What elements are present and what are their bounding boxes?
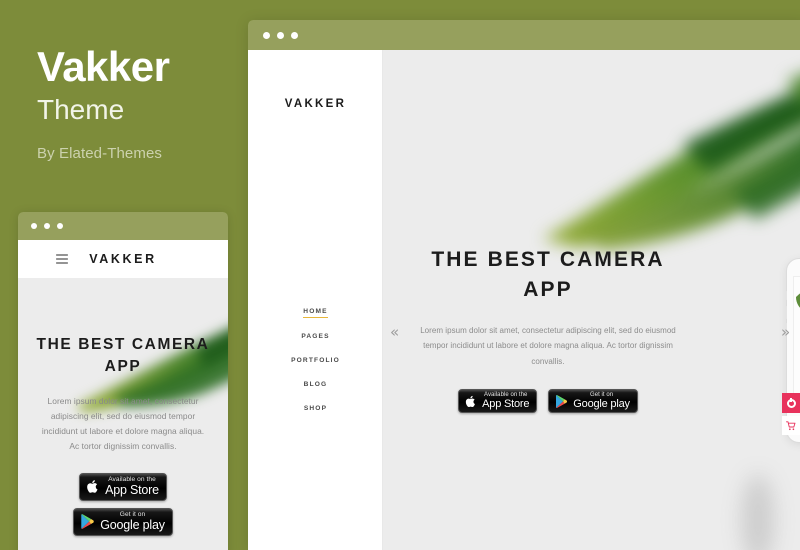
window-minimize-dot[interactable] [277, 31, 284, 39]
phone-screen [793, 276, 800, 412]
desktop-browser-titlebar [248, 20, 800, 50]
elated-logo-icon [786, 397, 796, 408]
nav-item-shop[interactable]: SHOP [248, 405, 383, 414]
theme-author: By Elated-Themes [37, 144, 162, 162]
mobile-window-maximize-dot[interactable] [57, 223, 63, 229]
window-controls[interactable] [263, 31, 298, 39]
mobile-window-close-dot[interactable] [31, 223, 37, 229]
shopping-cart-icon [786, 420, 796, 430]
cart-button[interactable] [782, 416, 800, 435]
theme-name: Vakker [37, 43, 170, 90]
mobile-site-header: VAKKER [18, 240, 228, 278]
title-block: Vakker Theme By Elated-Themes [37, 43, 237, 162]
mobile-app-badges: Available on the App Store Get it on Goo… [18, 472, 228, 536]
mobile-hero-paragraph: Lorem ipsum dolor sit amet, consectetur … [41, 396, 205, 451]
mobile-google-play-badge[interactable]: Get it on Google play [73, 507, 173, 536]
nav-item-blog[interactable]: BLOG [248, 381, 383, 390]
desktop-preview-window: VAKKER HOME PAGES PORTFOLIO BLOG SHOP TH… [248, 20, 800, 550]
mobile-window-minimize-dot[interactable] [44, 223, 50, 229]
hero-app-badges: Available on the App Store Get it on Goo… [413, 389, 683, 414]
google-play-badge[interactable]: Get it on Google play [548, 389, 638, 414]
palm-leaf-graphic [543, 75, 800, 250]
mobile-site-logo[interactable]: VAKKER [18, 252, 228, 266]
google-play-icon [556, 394, 568, 408]
phone-volume-up-button [784, 306, 787, 319]
apple-icon [87, 480, 98, 494]
site-logo[interactable]: VAKKER [248, 98, 383, 110]
nav-item-home[interactable]: HOME [248, 308, 383, 318]
slider-prev-arrow[interactable]: « [390, 325, 399, 340]
plant-in-vase-photo [794, 277, 800, 411]
google-play-badge-text: Get it on Google play [573, 392, 630, 410]
mobile-hero-text-block: THE BEST CAMERA APP Lorem ipsum dolor si… [18, 278, 228, 536]
apple-icon [466, 395, 476, 407]
app-store-badge[interactable]: Available on the App Store [458, 389, 538, 414]
hero-text-block: THE BEST CAMERA APP Lorem ipsum dolor si… [413, 245, 683, 414]
mobile-google-play-badge-text: Get it on Google play [100, 510, 165, 532]
leaf-shadow-graphic [742, 474, 774, 550]
app-store-badge-text: Available on the App Store [482, 392, 530, 410]
hero-title: THE BEST CAMERA APP [431, 248, 665, 301]
nav-item-portfolio[interactable]: PORTFOLIO [248, 357, 383, 366]
google-play-icon [81, 514, 95, 530]
mobile-window-controls[interactable] [31, 223, 63, 229]
phone-mute-button [784, 291, 787, 300]
mobile-preview-window: VAKKER THE BEST CAMERA APP Lorem ipsum d… [18, 212, 228, 550]
mobile-app-store-badge-text: Available on the App Store [105, 475, 159, 497]
site-sidebar: VAKKER HOME PAGES PORTFOLIO BLOG SHOP [248, 50, 383, 550]
mobile-app-store-badge[interactable]: Available on the App Store [79, 472, 167, 501]
mobile-hero-title: THE BEST CAMERA APP [36, 336, 210, 375]
purchase-button[interactable] [782, 393, 800, 413]
mobile-hero-section: THE BEST CAMERA APP Lorem ipsum dolor si… [18, 278, 228, 550]
hero-paragraph: Lorem ipsum dolor sit amet, consectetur … [420, 325, 676, 366]
mobile-browser-titlebar [18, 212, 228, 240]
desktop-preview-body: VAKKER HOME PAGES PORTFOLIO BLOG SHOP TH… [248, 50, 800, 550]
hamburger-icon[interactable] [56, 254, 68, 264]
nav-item-pages[interactable]: PAGES [248, 333, 383, 342]
window-maximize-dot[interactable] [291, 31, 298, 39]
window-close-dot[interactable] [263, 31, 270, 39]
theme-subtitle: Theme [37, 94, 125, 126]
site-main-menu: HOME PAGES PORTFOLIO BLOG SHOP [248, 308, 383, 429]
site-hero-section: THE BEST CAMERA APP Lorem ipsum dolor si… [383, 50, 800, 550]
floating-side-buttons [782, 393, 800, 435]
slider-next-arrow[interactable]: » [781, 325, 790, 340]
